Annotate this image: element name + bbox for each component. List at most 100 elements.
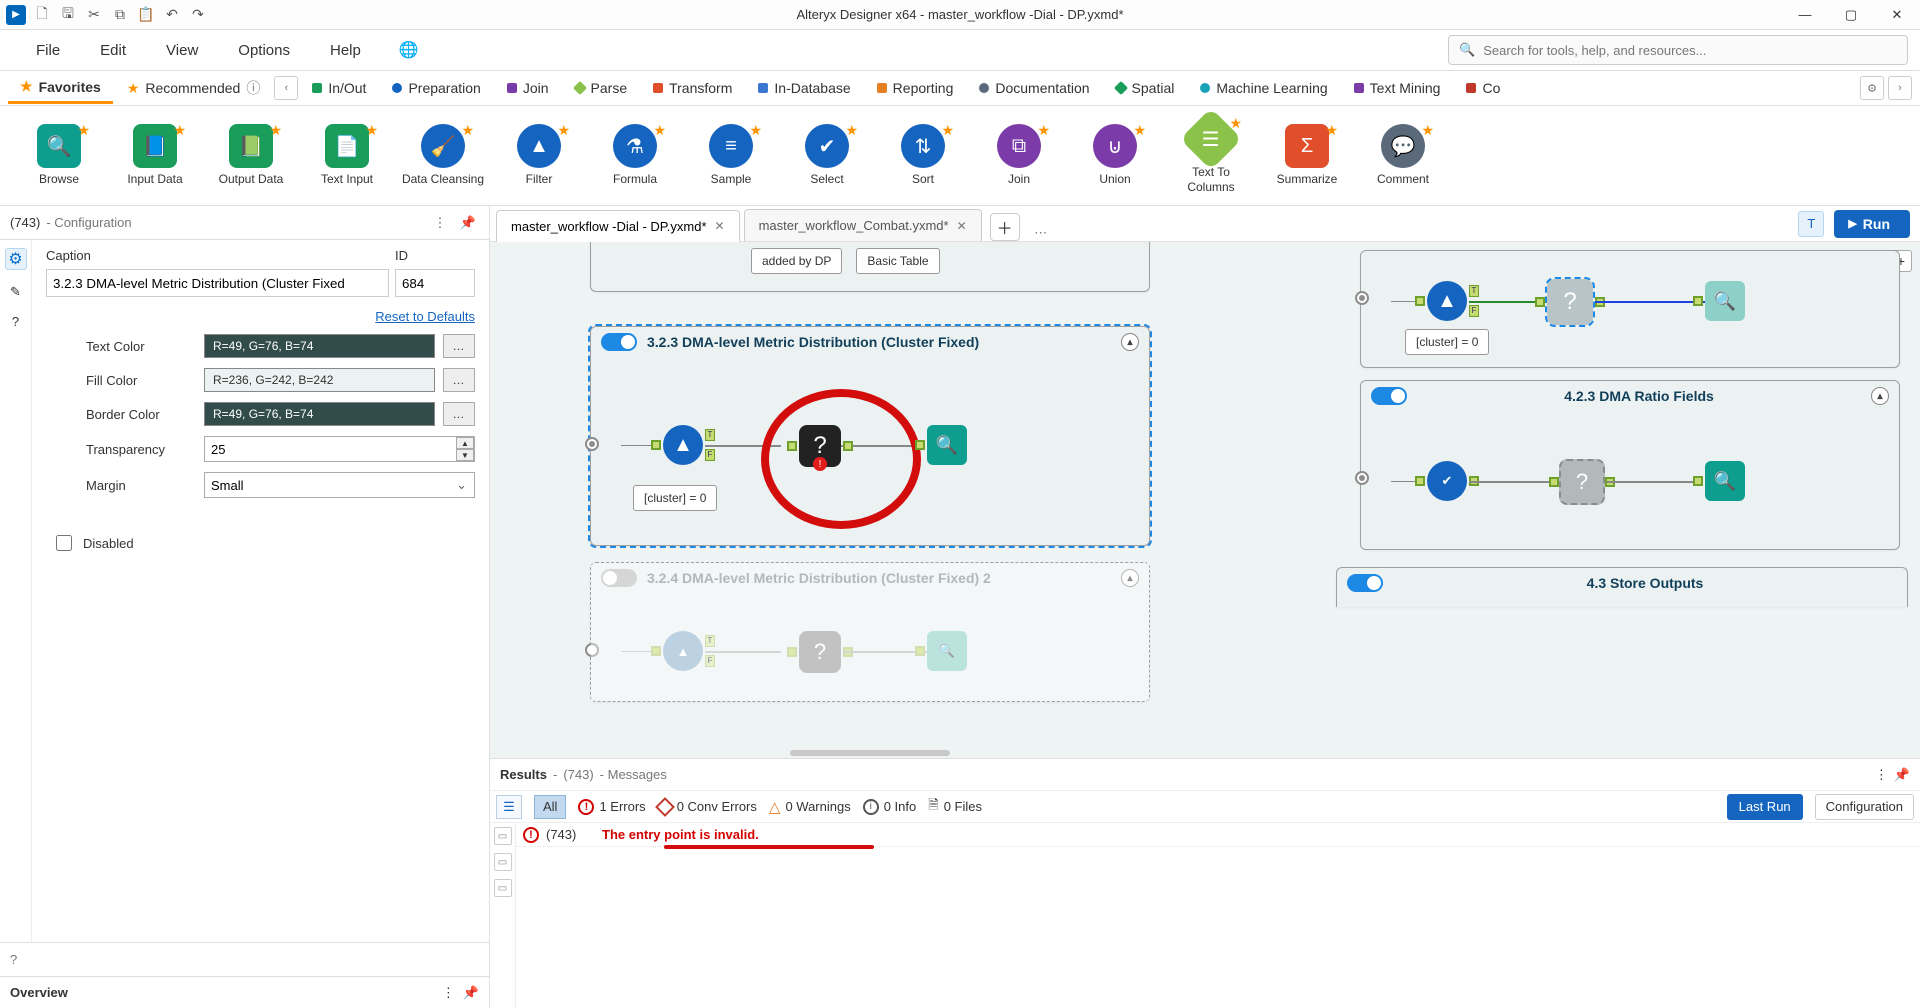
node-input-anchor[interactable] xyxy=(651,646,661,656)
missing-tool-node[interactable]: ? xyxy=(1559,459,1605,505)
results-filter-files[interactable]: 🗎 0 Files xyxy=(928,796,982,818)
tool-text-input[interactable]: ★📄Text Input xyxy=(304,124,390,186)
new-file-icon[interactable]: 🗋 xyxy=(32,5,52,25)
ribbon-tab-preparation[interactable]: Preparation xyxy=(380,74,492,102)
panel-menu-icon[interactable]: ⋮ xyxy=(429,212,451,234)
fill-color-swatch[interactable]: R=236, G=242, B=242 xyxy=(204,368,435,392)
panel-pin-icon[interactable]: 📌 xyxy=(463,985,479,1001)
paste-icon[interactable]: 📋 xyxy=(136,5,156,25)
results-tab-1-icon[interactable]: ▭ xyxy=(494,827,512,845)
menu-view[interactable]: View xyxy=(148,36,216,65)
tool-sample[interactable]: ★≡Sample xyxy=(688,124,774,186)
ribbon-settings-icon[interactable]: ⚙ xyxy=(1860,76,1884,100)
ribbon-tab-recommended[interactable]: ★ Recommended ⓘ xyxy=(115,72,273,104)
tab-overflow-icon[interactable]: ⋯ xyxy=(1026,225,1056,241)
menu-help[interactable]: Help xyxy=(312,36,379,65)
panel-pin-icon[interactable]: 📌 xyxy=(457,212,479,234)
ribbon-scroll-right[interactable]: › xyxy=(1888,76,1912,100)
ribbon-tab-indatabase[interactable]: In-Database xyxy=(746,74,862,102)
container-collapse-icon[interactable]: ▴ xyxy=(1871,387,1889,405)
margin-select[interactable] xyxy=(204,472,475,498)
node-input-anchor[interactable] xyxy=(651,440,661,450)
global-search-input[interactable]: 🔍 Search for tools, help, and resources.… xyxy=(1448,35,1908,65)
results-tab-3-icon[interactable]: ▭ xyxy=(494,879,512,897)
tool-filter[interactable]: ★▲Filter xyxy=(496,124,582,186)
disabled-checkbox[interactable] xyxy=(56,535,72,551)
close-tab-icon[interactable]: ✕ xyxy=(957,219,967,233)
workflow-canvas[interactable]: added by DP Basic Table 3.2.3 DMA-level … xyxy=(490,242,1920,758)
results-filter-conv-errors[interactable]: 0 Conv Errors xyxy=(658,799,757,814)
results-tab-2-icon[interactable]: ▭ xyxy=(494,853,512,871)
formula-node[interactable]: ▲ T F xyxy=(1427,281,1467,321)
tool-data-cleansing[interactable]: ★🧹Data Cleansing xyxy=(400,124,486,186)
results-configuration-button[interactable]: Configuration xyxy=(1815,794,1914,820)
canvas-container-3-2-4-disabled[interactable]: 3.2.4 DMA-level Metric Distribution (Clu… xyxy=(590,562,1150,702)
formula-node-disabled[interactable]: ▲ T F xyxy=(663,631,703,671)
workflow-text-icon[interactable]: T xyxy=(1798,211,1824,237)
missing-tool-node-selected[interactable]: ? xyxy=(1547,279,1593,325)
ribbon-tab-textmining[interactable]: Text Mining xyxy=(1342,74,1453,102)
menu-edit[interactable]: Edit xyxy=(82,36,144,65)
border-color-picker-button[interactable]: … xyxy=(443,402,475,426)
ribbon-tab-ml[interactable]: Machine Learning xyxy=(1188,74,1339,102)
ribbon-tab-inout[interactable]: In/Out xyxy=(300,74,378,102)
tool-text-to-columns[interactable]: ★☰Text To Columns xyxy=(1168,117,1254,194)
maximize-button[interactable]: ▢ xyxy=(1828,0,1874,30)
ribbon-tab-documentation[interactable]: Documentation xyxy=(967,74,1101,102)
browse-node[interactable]: 🔍 xyxy=(1705,461,1745,501)
ribbon-tab-favorites[interactable]: ★ Favorites xyxy=(8,72,113,104)
panel-pin-icon[interactable]: 📌 xyxy=(1894,767,1910,783)
ribbon-tab-parse[interactable]: Parse xyxy=(563,74,640,102)
node-input-anchor[interactable] xyxy=(787,647,797,657)
node-input-anchor[interactable] xyxy=(1415,296,1425,306)
language-globe-icon[interactable]: 🌐 xyxy=(399,40,419,60)
tool-output-data[interactable]: ★📗Output Data xyxy=(208,124,294,186)
text-color-swatch[interactable]: R=49, G=76, B=74 xyxy=(204,334,435,358)
node-input-anchor[interactable] xyxy=(1693,296,1703,306)
tool-input-data[interactable]: ★📘Input Data xyxy=(112,124,198,186)
undo-icon[interactable]: ↶ xyxy=(162,5,182,25)
spin-down-icon[interactable]: ▼ xyxy=(456,449,474,461)
fill-color-picker-button[interactable]: … xyxy=(443,368,475,392)
missing-tool-node-disabled[interactable]: ? xyxy=(799,631,841,673)
tool-join[interactable]: ★⧉Join xyxy=(976,124,1062,186)
results-filter-info[interactable]: i 0 Info xyxy=(863,799,917,815)
tool-comment[interactable]: ★💬Comment xyxy=(1360,124,1446,186)
container-enable-toggle[interactable] xyxy=(601,333,637,351)
document-tab[interactable]: master_workflow_Combat.yxmd* ✕ xyxy=(744,209,982,241)
run-workflow-button[interactable]: Run xyxy=(1834,210,1910,238)
result-row[interactable]: ! (743) The entry point is invalid. xyxy=(516,823,1920,847)
node-input-anchor[interactable] xyxy=(1535,297,1545,307)
ribbon-tab-spatial[interactable]: Spatial xyxy=(1104,74,1187,102)
results-list-view-icon[interactable]: ☰ xyxy=(496,795,522,819)
config-help-icon[interactable]: ? xyxy=(10,952,17,967)
minimize-button[interactable]: — xyxy=(1782,0,1828,30)
panel-menu-icon[interactable]: ⋮ xyxy=(442,985,455,1001)
border-color-swatch[interactable]: R=49, G=76, B=74 xyxy=(204,402,435,426)
config-tab-settings-icon[interactable]: ⚙ xyxy=(5,248,27,270)
splitter-handle[interactable] xyxy=(790,750,950,756)
tool-select[interactable]: ★✔Select xyxy=(784,124,870,186)
tool-union[interactable]: ★⊍Union xyxy=(1072,124,1158,186)
missing-tool-node[interactable]: ? ! xyxy=(799,425,841,467)
node-output-anchor[interactable] xyxy=(843,441,853,451)
id-input[interactable] xyxy=(395,269,475,297)
container-enable-toggle[interactable] xyxy=(601,569,637,587)
tool-summarize[interactable]: ★ΣSummarize xyxy=(1264,124,1350,186)
transparency-input[interactable] xyxy=(204,436,475,462)
tool-browse[interactable]: ★🔍Browse xyxy=(16,124,102,186)
tool-sort[interactable]: ★⇅Sort xyxy=(880,124,966,186)
container-collapse-icon[interactable]: ▴ xyxy=(1121,333,1139,351)
results-filter-all-button[interactable]: All xyxy=(534,795,566,819)
cut-icon[interactable]: ✂ xyxy=(84,5,104,25)
ribbon-tab-join[interactable]: Join xyxy=(495,74,561,102)
close-tab-icon[interactable]: ✕ xyxy=(715,219,725,233)
browse-node[interactable]: 🔍 xyxy=(927,425,967,465)
close-button[interactable]: ✕ xyxy=(1874,0,1920,30)
copy-icon[interactable]: ⧉ xyxy=(110,5,130,25)
node-input-anchor[interactable] xyxy=(1415,476,1425,486)
menu-file[interactable]: File xyxy=(18,36,78,65)
spin-up-icon[interactable]: ▲ xyxy=(456,437,474,449)
container-collapse-icon[interactable]: ▴ xyxy=(1121,569,1139,587)
ribbon-tab-more[interactable]: Co xyxy=(1454,74,1512,102)
